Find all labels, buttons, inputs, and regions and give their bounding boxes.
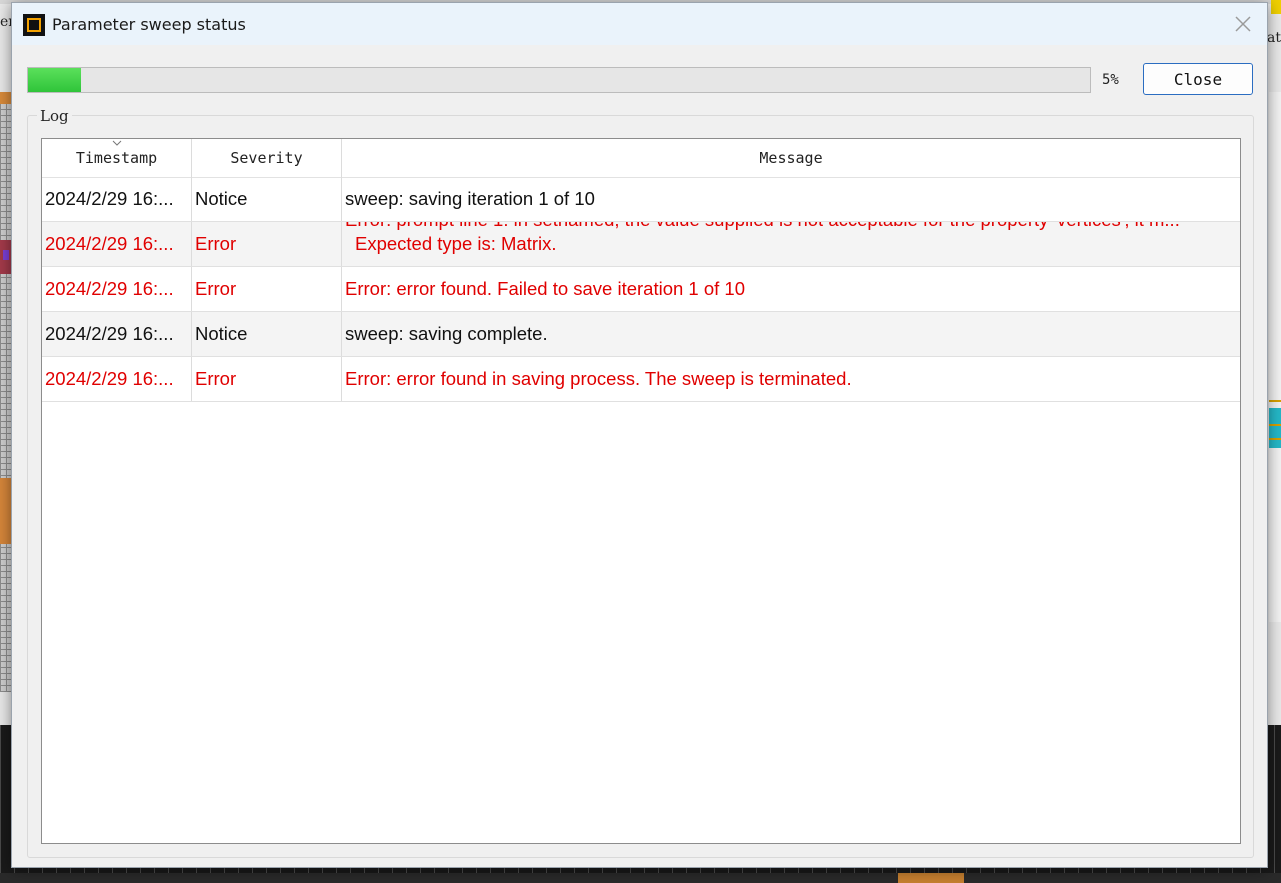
cell-message: Error: prompt line 1: in setnamed, the v… <box>342 222 1240 266</box>
table-row[interactable]: 2024/2/29 16:... Error Error: prompt lin… <box>42 222 1240 267</box>
background-shape <box>3 250 9 260</box>
cell-timestamp: 2024/2/29 16:... <box>42 312 192 356</box>
column-header-message[interactable]: Message <box>342 139 1240 177</box>
log-table[interactable]: Timestamp Severity Message 2024/2/29 16:… <box>41 138 1241 844</box>
background-line <box>1269 438 1281 440</box>
close-button[interactable]: Close <box>1143 63 1253 95</box>
cell-timestamp: 2024/2/29 16:... <box>42 267 192 311</box>
cell-message: Error: error found in saving process. Th… <box>345 368 852 389</box>
parameter-sweep-dialog: Parameter sweep status 5% Close Log Time… <box>11 2 1268 868</box>
background-right-panel <box>1269 92 1281 622</box>
background-bottom-strip <box>0 873 1281 883</box>
column-header-label: Timestamp <box>75 149 158 167</box>
table-row[interactable]: 2024/2/29 16:... Error Error: error foun… <box>42 267 1240 312</box>
background-line <box>1269 424 1281 426</box>
log-group-label: Log <box>37 107 72 125</box>
log-table-header: Timestamp Severity Message <box>42 139 1240 178</box>
table-row[interactable]: 2024/2/29 16:... Notice sweep: saving co… <box>42 312 1240 357</box>
cell-message: sweep: saving complete. <box>345 323 548 344</box>
progress-bar <box>27 67 1091 93</box>
background-right-marker <box>1271 0 1281 14</box>
background-shape <box>1269 408 1281 448</box>
progress-bar-fill <box>28 68 82 92</box>
sort-chevron-down-icon <box>112 140 122 146</box>
column-header-severity[interactable]: Severity <box>192 139 342 177</box>
cell-message: Error: error found. Failed to save itera… <box>345 278 746 299</box>
column-header-label: Message <box>759 149 823 167</box>
cell-timestamp: 2024/2/29 16:... <box>42 177 192 221</box>
column-header-timestamp[interactable]: Timestamp <box>42 139 192 177</box>
background-shape <box>0 92 11 104</box>
progress-percent: 5% <box>1102 72 1119 88</box>
background-right-text: at <box>1267 30 1281 46</box>
background-line <box>1269 400 1281 402</box>
cell-severity: Notice <box>192 177 342 221</box>
cell-severity: Error <box>192 357 342 401</box>
column-header-label: Severity <box>230 149 303 167</box>
background-shape <box>0 478 11 544</box>
table-row[interactable]: 2024/2/29 16:... Notice sweep: saving it… <box>42 177 1240 222</box>
close-icon-glyph <box>1235 16 1251 32</box>
cell-message-line: Error: prompt line 1: in setnamed, the v… <box>345 222 1180 232</box>
cell-message-line: Expected type is: Matrix. <box>355 233 557 254</box>
close-icon[interactable] <box>1231 12 1255 36</box>
cell-severity: Notice <box>192 312 342 356</box>
background-shape <box>898 873 964 883</box>
app-logo-icon <box>23 14 45 36</box>
table-row[interactable]: 2024/2/29 16:... Error Error: error foun… <box>42 357 1240 402</box>
background-grid <box>0 92 11 692</box>
title-bar[interactable]: Parameter sweep status <box>12 3 1267 45</box>
cell-timestamp: 2024/2/29 16:... <box>42 222 192 266</box>
dialog-title: Parameter sweep status <box>52 15 246 34</box>
cell-severity: Error <box>192 222 342 266</box>
cell-severity: Error <box>192 267 342 311</box>
cell-timestamp: 2024/2/29 16:... <box>42 357 192 401</box>
cell-message: sweep: saving iteration 1 of 10 <box>345 188 595 209</box>
